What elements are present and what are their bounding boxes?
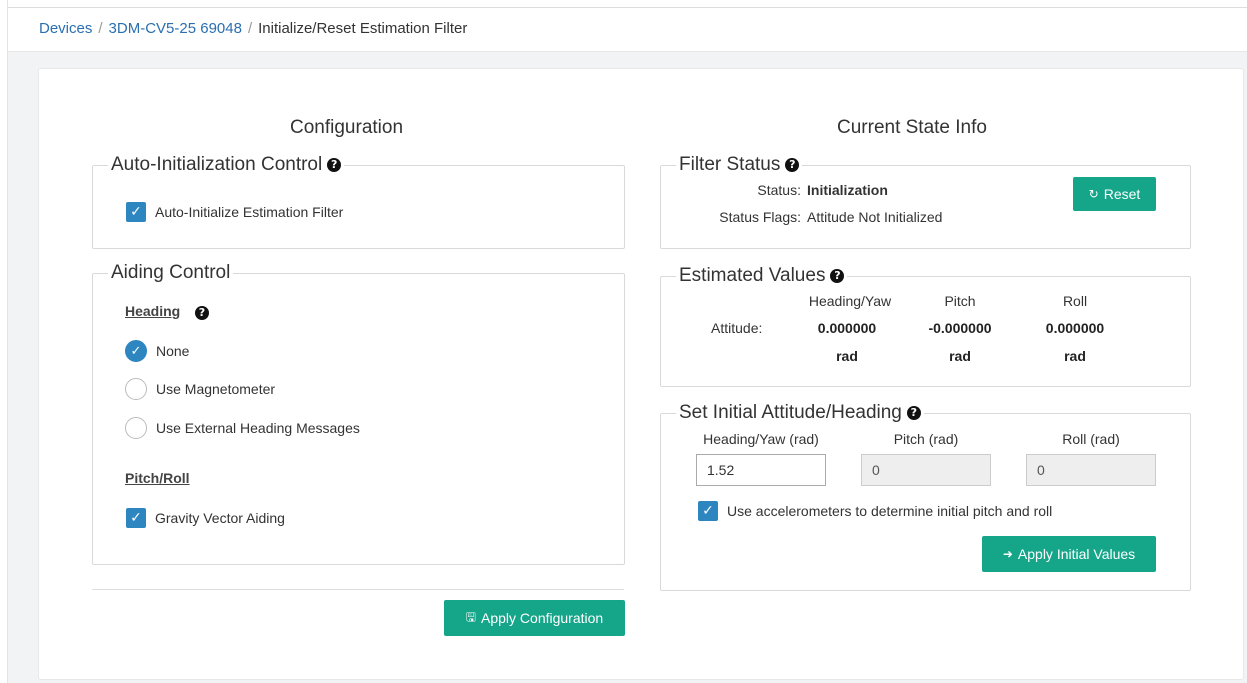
checkmark-icon[interactable]: ✓ [698,501,718,521]
heading-option-none[interactable]: ✓ None [125,340,189,362]
filter-status-legend: Filter Status? [676,154,802,176]
heading-sublabel-text: Heading [125,303,181,319]
question-circle-icon[interactable]: ? [830,269,845,283]
apply-configuration-label: Apply Configuration [481,610,604,626]
breadcrumb-separator: / [247,20,253,37]
status-flags-key: Status Flags: [719,209,801,225]
roll-unit: rad [1064,348,1086,364]
heading-unit: rad [836,348,858,364]
apply-configuration-button[interactable]: 🖫 Apply Configuration [444,600,625,636]
apply-initial-values-label: Apply Initial Values [1017,546,1136,562]
heading-value: 0.000000 [817,320,877,336]
accel-checkbox-row[interactable]: ✓ Use accelerometers to determine initia… [698,501,1052,521]
state-title: Current State Info [837,117,987,138]
auto-init-legend-text: Auto-Initialization Control [111,154,323,175]
pitchroll-sublabel: Pitch/Roll [125,470,190,486]
pitch-input-label: Pitch (rad) [893,431,959,447]
checkmark-icon[interactable]: ✓ [126,202,146,222]
breadcrumb: Devices / 3DM-CV5-25 69048 / Initialize/Rese… [8,8,1247,52]
estimated-header: Pitch [944,293,976,309]
apply-initial-values-button[interactable]: ➜ Apply Initial Values [982,536,1156,572]
breadcrumb-separator: / [98,20,103,37]
roll-value: 0.000000 [1045,320,1105,336]
question-circle-icon[interactable]: ? [906,406,921,420]
question-circle-icon[interactable]: ? [195,306,209,320]
checkmark-icon[interactable]: ✓ [126,508,146,528]
status-key: Status: [757,182,801,198]
reset-label: Reset [1103,186,1141,202]
status-value: Initialization [807,182,888,198]
auto-init-legend: Auto-Initialization Control? [108,154,344,176]
estimated-header: Roll [1062,293,1088,309]
radio-icon[interactable] [125,417,147,439]
left-sidebar-edge [0,0,8,683]
breadcrumb-device[interactable]: 3DM-CV5-25 69048 [109,20,242,37]
heading-option-label: Use External Heading Messages [156,420,360,436]
heading-input-label: Heading/Yaw (rad) [703,431,819,447]
reset-button[interactable]: ↻ Reset [1073,177,1156,211]
heading-sublabel: Heading [125,303,180,319]
roll-input-label: Roll (rad) [1062,431,1120,447]
aiding-legend: Aiding Control [111,262,231,283]
radio-icon[interactable] [125,378,147,400]
auto-init-checkbox-row[interactable]: ✓ Auto-Initialize Estimation Filter [126,202,343,222]
arrow-circle-right-icon: ➜ [1002,547,1013,561]
refresh-icon: ↻ [1088,187,1099,201]
estimated-values-legend: Estimated Values? [676,265,847,287]
heading-option-external[interactable]: Use External Heading Messages [125,417,360,439]
status-flags-value: Attitude Not Initialized [807,209,943,225]
breadcrumb-devices[interactable]: Devices [39,20,92,37]
pitch-input: 0 [861,454,991,486]
breadcrumb-current: Initialize/Reset Estimation Filter [258,20,468,37]
roll-input: 0 [1026,454,1156,486]
top-bar [8,0,1247,8]
question-circle-icon[interactable]: ? [785,158,800,172]
auto-init-checkbox-label: Auto-Initialize Estimation Filter [155,204,344,220]
initial-attitude-legend: Set Initial Attitude/Heading? [676,402,924,424]
estimated-header: Heading/Yaw [808,293,892,309]
heading-option-label: Use Magnetometer [156,381,276,397]
heading-option-magnetometer[interactable]: Use Magnetometer [125,378,275,400]
configuration-title: Configuration [290,117,404,138]
divider [92,589,624,590]
filter-card: Configuration Auto-Initialization Contro… [38,68,1244,680]
pitch-value: -0.000000 [928,320,992,336]
status-row: Status: Initialization [661,182,888,198]
filter-status-legend-text: Filter Status [679,154,781,175]
floppy-disk-icon: 🖫 [465,609,477,624]
pitch-unit: rad [949,348,971,364]
radio-checked-icon[interactable]: ✓ [125,340,147,362]
status-flags-row: Status Flags: Attitude Not Initialized [661,209,942,225]
question-circle-icon[interactable]: ? [327,158,342,172]
heading-option-label: None [156,343,190,359]
gravity-checkbox-label: Gravity Vector Aiding [155,510,285,526]
estimated-values-legend-text: Estimated Values [679,265,826,286]
initial-attitude-legend-text: Set Initial Attitude/Heading [679,402,902,423]
accel-checkbox-label: Use accelerometers to determine initial … [727,503,1053,519]
attitude-label: Attitude: [711,320,763,336]
gravity-checkbox-row[interactable]: ✓ Gravity Vector Aiding [126,508,285,528]
heading-input[interactable]: 1.52 [696,454,826,486]
